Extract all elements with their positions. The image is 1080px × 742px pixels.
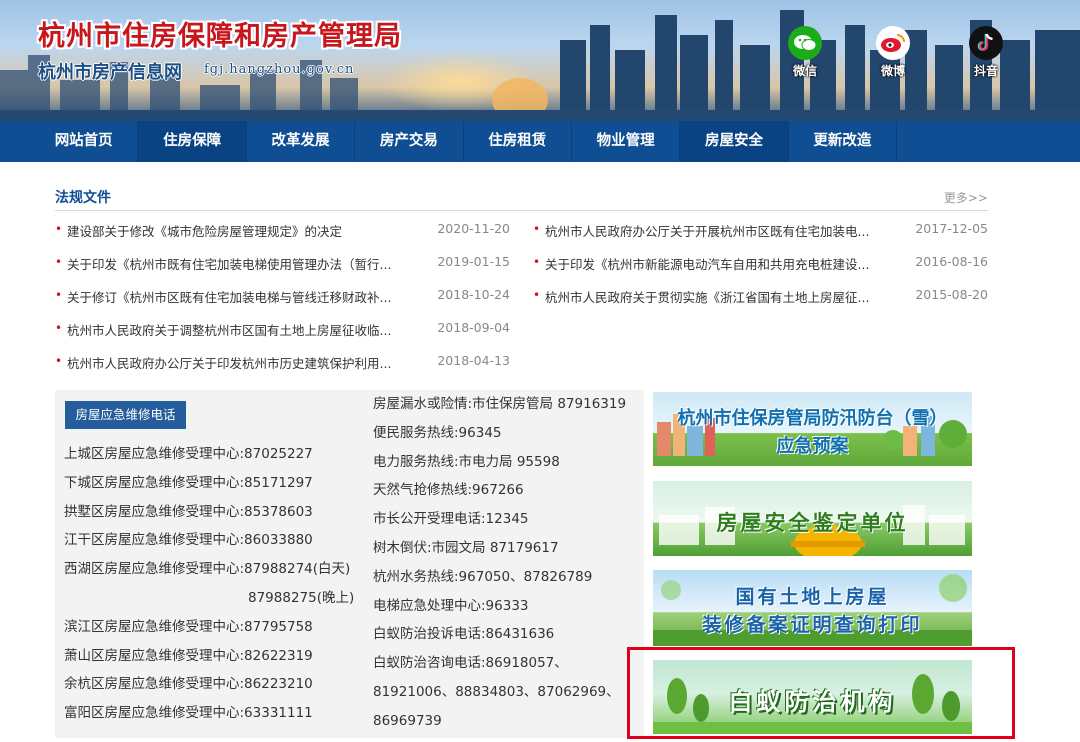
- main-nav: 网站首页 住房保障 改革发展 房产交易 住房租赁 物业管理 房屋安全 更新改造: [0, 121, 1080, 162]
- hotline-entry: 杭州水务热线:967050、87826789: [373, 568, 593, 585]
- law-link[interactable]: 杭州市人民政府办公厅关于印发杭州市历史建筑保护利用...: [67, 353, 397, 372]
- nav-housing-safety[interactable]: 房屋安全: [680, 121, 789, 162]
- douyin-label: 抖音: [973, 64, 998, 78]
- law-link[interactable]: 关于印发《杭州市既有住宅加装电梯使用管理办法（暂行...: [67, 254, 397, 273]
- law-link[interactable]: 杭州市人民政府办公厅关于开展杭州市区既有住宅加装电...: [545, 221, 875, 240]
- bullet-icon: •: [533, 288, 541, 302]
- wechat-icon: [788, 26, 822, 60]
- laws-header: 法规文件 更多>>: [55, 181, 988, 211]
- banner-subtitle: 应急预案: [776, 436, 849, 457]
- list-item: • 关于修订《杭州市区既有住宅加装电梯与管线迁移财政补... 2018-10-24: [55, 279, 510, 312]
- site-subtitle: 杭州市房产信息网: [38, 62, 182, 83]
- service-hotlines: 房屋漏水或险情:市住保房管局 87916319 便民服务热线:96345 电力服…: [373, 394, 643, 740]
- nav-home[interactable]: 网站首页: [30, 121, 139, 162]
- hotline-entry: 下城区房屋应急维修受理中心:85171297: [64, 474, 313, 491]
- hotline-entry: 87988275(晚上): [248, 589, 355, 606]
- banner-title: 杭州市住保房管局防汛防台（雪）: [677, 408, 948, 429]
- nav-housing-security[interactable]: 住房保障: [138, 121, 247, 162]
- laws-list-right: • 杭州市人民政府办公厅关于开展杭州市区既有住宅加装电... 2017-12-05 …: [533, 213, 988, 312]
- list-item: • 建设部关于修改《城市危险房屋管理规定》的决定 2020-11-20: [55, 213, 510, 246]
- hotline-panel: 房屋应急维修电话 上城区房屋应急维修受理中心:87025227 下城区房屋应急维…: [55, 390, 644, 738]
- list-item: • 杭州市人民政府办公厅关于开展杭州市区既有住宅加装电... 2017-12-05: [533, 213, 988, 246]
- banner-title: 房屋安全鉴定单位: [716, 511, 909, 535]
- bullet-icon: •: [55, 321, 63, 335]
- hotline-entry: 滨江区房屋应急维修受理中心:87795758: [64, 618, 313, 635]
- hotline-entry: 81921006、88834803、87062969、: [373, 683, 620, 700]
- law-date: 2015-08-20: [915, 287, 988, 302]
- douyin-link[interactable]: 抖音: [961, 26, 1011, 79]
- wechat-label: 微信: [792, 64, 817, 78]
- bullet-icon: •: [533, 222, 541, 236]
- wechat-link[interactable]: 微信: [780, 26, 830, 79]
- decoration-record-banner[interactable]: 国有土地上房屋 装修备案证明查询打印: [653, 570, 972, 646]
- site-domain: fgj.hangzhou.gov.cn: [204, 62, 355, 77]
- site-title: 杭州市住房保障和房产管理局: [38, 21, 402, 52]
- hotline-entry: 余杭区房屋应急维修受理中心:86223210: [64, 676, 313, 693]
- nav-reform[interactable]: 改革发展: [247, 121, 356, 162]
- list-item: • 杭州市人民政府关于贯彻实施《浙江省国有土地上房屋征... 2015-08-20: [533, 279, 988, 312]
- hotline-entry: 电梯应急处理中心:96333: [373, 597, 529, 614]
- banner-subtitle: 装修备案证明查询打印: [702, 614, 923, 636]
- law-link[interactable]: 杭州市人民政府关于调整杭州市区国有土地上房屋征收临...: [67, 320, 397, 339]
- hotline-entry: 树木倒伏:市园文局 87179617: [373, 539, 559, 556]
- law-link[interactable]: 关于修订《杭州市区既有住宅加装电梯与管线迁移财政补...: [67, 287, 397, 306]
- law-date: 2018-04-13: [437, 353, 510, 368]
- laws-list-left: • 建设部关于修改《城市危险房屋管理规定》的决定 2020-11-20 • 关于印发《…: [55, 213, 510, 378]
- hotline-entry: 白蚁防治投诉电话:86431636: [373, 626, 555, 643]
- law-date: 2017-12-05: [915, 221, 988, 236]
- bullet-icon: •: [55, 255, 63, 269]
- bullet-icon: •: [55, 288, 63, 302]
- law-link[interactable]: 杭州市人民政府关于贯彻实施《浙江省国有土地上房屋征...: [545, 287, 875, 306]
- flood-emergency-plan-banner[interactable]: 杭州市住保房管局防汛防台（雪） 应急预案: [653, 392, 972, 466]
- list-item: • 关于印发《杭州市新能源电动汽车自用和共用充电桩建设... 2016-08-16: [533, 246, 988, 279]
- hotline-entry: 86969739: [373, 712, 442, 729]
- hotline-entry: 电力服务热线:市电力局 95598: [373, 453, 560, 470]
- law-date: 2018-10-24: [437, 287, 510, 302]
- hotline-entry: 富阳区房屋应急维修受理中心:63331111: [64, 705, 313, 722]
- highlight-frame: [627, 647, 1015, 739]
- nav-rental[interactable]: 住房租赁: [464, 121, 572, 162]
- hotline-entry: 上城区房屋应急维修受理中心:87025227: [64, 446, 313, 462]
- douyin-icon: [969, 26, 1003, 60]
- hotline-entry: 市长公开受理电话:12345: [373, 511, 529, 528]
- nav-property-management[interactable]: 物业管理: [572, 121, 681, 162]
- nav-property-trade[interactable]: 房产交易: [355, 121, 464, 162]
- hotline-entry: 拱墅区房屋应急维修受理中心:85378603: [64, 503, 313, 520]
- header-banner: 杭州市住房保障和房产管理局 杭州市房产信息网 fgj.hangzhou.gov.…: [0, 0, 1080, 121]
- law-date: 2020-11-20: [437, 221, 510, 236]
- nav-renewal[interactable]: 更新改造: [789, 121, 898, 162]
- hotline-entry: 便民服务热线:96345: [373, 424, 502, 441]
- hotline-entry: 白蚁防治咨询电话:86918057、: [373, 655, 568, 672]
- law-date: 2019-01-15: [437, 254, 510, 269]
- list-item: • 杭州市人民政府关于调整杭州市区国有土地上房屋征收临... 2018-09-04: [55, 312, 510, 345]
- hotline-entry: 天然气抢修热线:967266: [373, 482, 524, 499]
- law-date: 2018-09-04: [437, 320, 510, 335]
- law-link[interactable]: 关于印发《杭州市新能源电动汽车自用和共用充电桩建设...: [545, 254, 875, 273]
- weibo-link[interactable]: 微博: [868, 26, 918, 79]
- emergency-repair-tab[interactable]: 房屋应急维修电话: [65, 401, 186, 429]
- weibo-label: 微博: [880, 64, 905, 78]
- hotline-entry: 萧山区房屋应急维修受理中心:82622319: [64, 647, 313, 664]
- bullet-icon: •: [55, 222, 63, 236]
- hotline-entry: 江干区房屋应急维修受理中心:86033880: [64, 532, 313, 549]
- banner-title: 国有土地上房屋: [735, 586, 890, 608]
- laws-section: 法规文件 更多>> • 建设部关于修改《城市危险房屋管理规定》的决定 2020-11…: [55, 181, 988, 371]
- hotline-entry: 房屋漏水或险情:市住保房管局 87916319: [373, 396, 627, 412]
- district-hotlines: 上城区房屋应急维修受理中心:87025227 下城区房屋应急维修受理中心:851…: [64, 444, 364, 732]
- safety-appraisal-banner[interactable]: 房屋安全鉴定单位: [653, 481, 972, 556]
- bullet-icon: •: [55, 354, 63, 368]
- bullet-icon: •: [533, 255, 541, 269]
- laws-title: 法规文件: [55, 190, 111, 206]
- list-item: • 关于印发《杭州市既有住宅加装电梯使用管理办法（暂行... 2019-01-15: [55, 246, 510, 279]
- list-item: • 杭州市人民政府办公厅关于印发杭州市历史建筑保护利用... 2018-04-13: [55, 345, 510, 378]
- law-date: 2016-08-16: [915, 254, 988, 269]
- weibo-icon: [876, 26, 910, 60]
- hotline-entry: 西湖区房屋应急维修受理中心:87988274(白天): [64, 561, 351, 578]
- laws-more-link[interactable]: 更多>>: [944, 189, 988, 206]
- law-link[interactable]: 建设部关于修改《城市危险房屋管理规定》的决定: [67, 221, 397, 240]
